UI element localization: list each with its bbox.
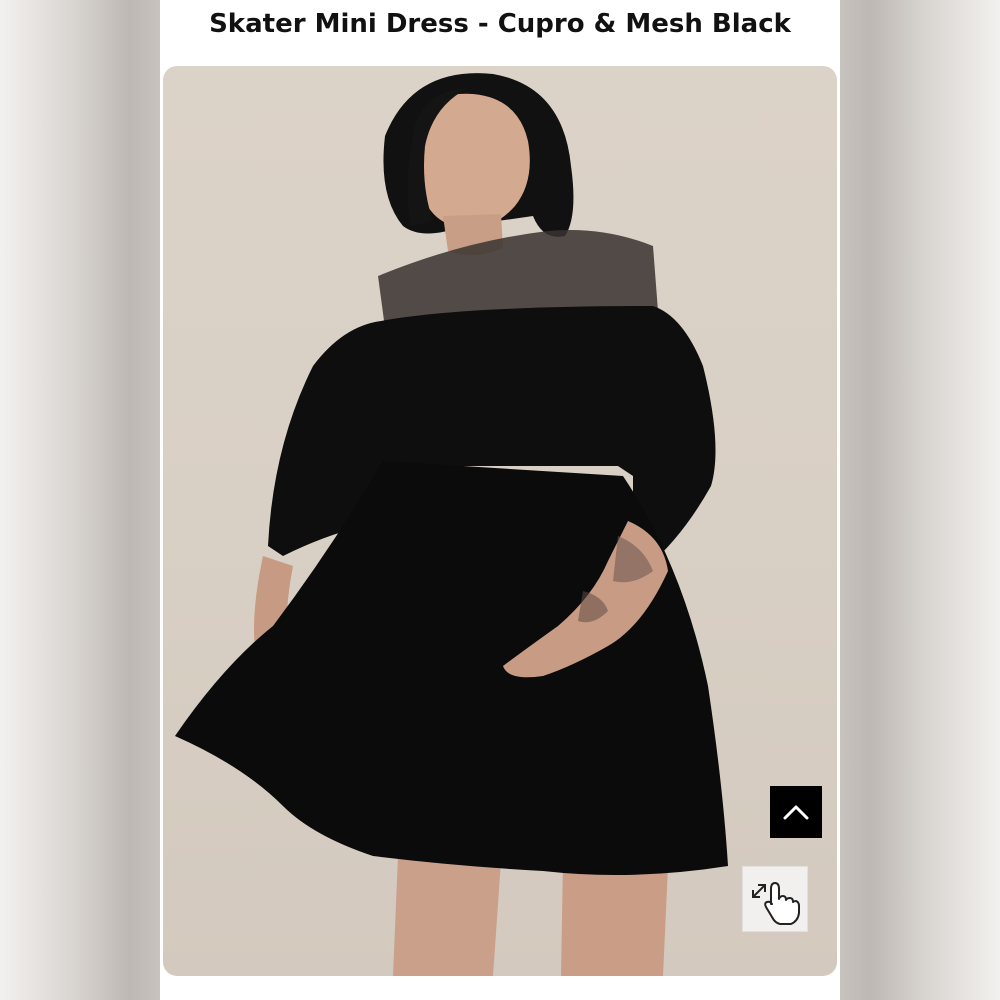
product-panel: Skater Mini Dress - Cupro & Mesh Black <box>160 0 840 1000</box>
pinch-zoom-hand-icon <box>752 882 800 925</box>
model-leg-right <box>561 861 668 976</box>
blurred-backdrop-right <box>838 0 1000 1000</box>
chevron-up-icon <box>783 805 809 820</box>
model-leg-left <box>393 856 501 976</box>
blurred-backdrop-left <box>0 0 162 1000</box>
product-photo[interactable] <box>163 66 837 976</box>
scroll-to-top-button[interactable] <box>770 786 822 838</box>
model-illustration <box>175 73 728 976</box>
product-title: Skater Mini Dress - Cupro & Mesh Black <box>209 9 791 39</box>
pinch-zoom-button[interactable] <box>742 866 808 932</box>
dress-skirt <box>175 461 728 875</box>
screenshot-frame: Skater Mini Dress - Cupro & Mesh Black <box>0 0 1000 1000</box>
